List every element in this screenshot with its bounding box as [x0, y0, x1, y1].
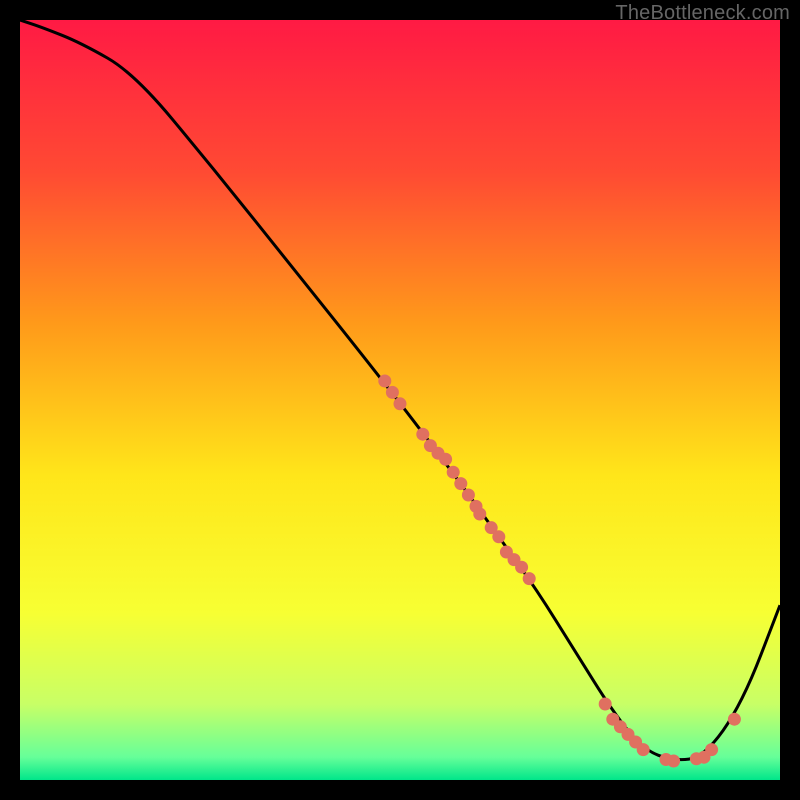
chart-frame: TheBottleneck.com [0, 0, 800, 800]
data-point [386, 386, 399, 399]
data-point [394, 397, 407, 410]
data-point [705, 743, 718, 756]
data-point [454, 477, 467, 490]
data-point [447, 466, 460, 479]
data-point [439, 453, 452, 466]
data-point [515, 561, 528, 574]
data-point [523, 572, 536, 585]
data-point [378, 375, 391, 388]
data-point [416, 428, 429, 441]
data-point [667, 755, 680, 768]
data-point [473, 508, 486, 521]
data-point [728, 713, 741, 726]
data-point [462, 489, 475, 502]
bottleneck-plot [20, 20, 780, 780]
data-point [637, 743, 650, 756]
data-point [599, 698, 612, 711]
data-point [492, 530, 505, 543]
